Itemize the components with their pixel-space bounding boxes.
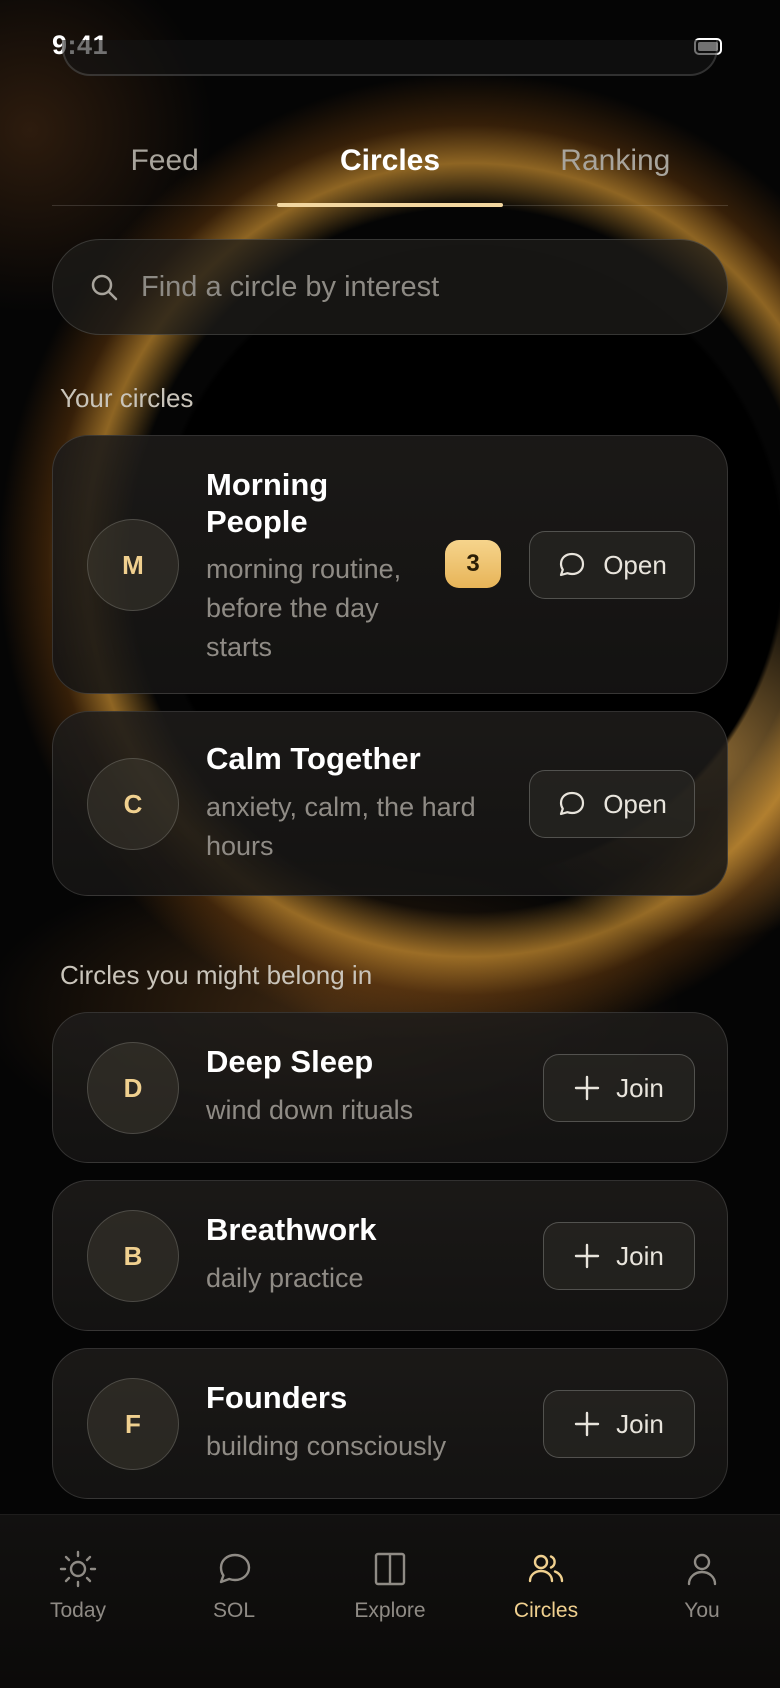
bottom-nav: Today SOL Explore Circles You: [0, 1514, 780, 1688]
search-icon: [91, 274, 118, 301]
chat-bubble-icon: [219, 1553, 251, 1584]
nav-label: Explore: [354, 1599, 426, 1622]
sun-icon: [59, 1550, 97, 1588]
circle-name: Founders: [206, 1380, 348, 1415]
plus-icon: [574, 1411, 600, 1437]
join-button[interactable]: Join: [543, 1222, 695, 1290]
open-button-label: Open: [603, 549, 667, 580]
search-placeholder: Find a circle by interest: [141, 270, 440, 303]
open-button[interactable]: Open: [529, 531, 695, 599]
nav-item-circles[interactable]: Circles: [468, 1515, 624, 1688]
nav-item-you[interactable]: You: [624, 1515, 780, 1688]
book-icon: [374, 1552, 406, 1586]
plus-icon: [574, 1243, 600, 1269]
circle-description: anxiety, calm, the hard hours: [206, 788, 476, 866]
chat-bubble-icon: [560, 791, 585, 816]
plus-icon: [574, 1075, 600, 1101]
people-icon: [528, 1554, 564, 1583]
circle-name: Morning People: [206, 466, 328, 540]
nav-item-sol[interactable]: SOL: [156, 1515, 312, 1688]
circle-card-calm-together[interactable]: C Calm Together anxiety, calm, the hard …: [52, 711, 728, 896]
circle-name-line: People: [206, 504, 308, 539]
avatar: C: [87, 758, 179, 850]
avatar: M: [87, 519, 179, 611]
nav-label: Circles: [513, 1599, 579, 1622]
join-button-label: Join: [616, 1408, 664, 1439]
tab-bar: Feed Circles Ranking: [52, 130, 728, 207]
circle-description-line: hours: [206, 831, 274, 861]
circle-description: daily practice: [206, 1263, 364, 1293]
circle-card-deep-sleep[interactable]: D Deep Sleep wind down rituals Join: [52, 1012, 728, 1163]
avatar: F: [87, 1378, 179, 1470]
circle-name-line: Morning: [206, 467, 329, 502]
circle-description-line: anxiety, calm, the hard: [206, 792, 476, 822]
circle-description: morning routine, before the day starts: [206, 550, 401, 667]
search-input[interactable]: Find a circle by interest: [52, 239, 728, 335]
circle-description-line: starts: [206, 632, 273, 662]
nav-label: Today: [49, 1599, 107, 1622]
tab-circles[interactable]: Circles: [277, 130, 503, 207]
nav-item-today[interactable]: Today: [0, 1515, 156, 1688]
avatar: D: [87, 1042, 179, 1134]
join-button[interactable]: Join: [543, 1054, 695, 1122]
open-button-label: Open: [603, 788, 667, 819]
your-circles-heading: Your circles: [60, 383, 194, 413]
circle-name: Deep Sleep: [206, 1044, 374, 1079]
circle-name: Breathwork: [206, 1212, 377, 1247]
nav-label: You: [684, 1599, 720, 1622]
circle-name: Calm Together: [206, 741, 421, 776]
join-button-label: Join: [616, 1072, 664, 1103]
tab-feed[interactable]: Feed: [52, 130, 277, 205]
nav-item-explore[interactable]: Explore: [312, 1515, 468, 1688]
scrolled-card-edge: [62, 40, 718, 76]
circle-card-founders[interactable]: F Founders building consciously Join: [52, 1348, 728, 1499]
unread-badge: 3: [445, 540, 501, 588]
suggested-circles-heading: Circles you might belong in: [60, 960, 373, 990]
nav-label: SOL: [212, 1599, 256, 1622]
join-button-label: Join: [616, 1240, 664, 1271]
chat-bubble-icon: [560, 552, 585, 577]
circle-description: wind down rituals: [206, 1095, 414, 1125]
tab-ranking[interactable]: Ranking: [503, 130, 728, 205]
join-button[interactable]: Join: [543, 1390, 695, 1458]
avatar: B: [87, 1210, 179, 1302]
circle-description-line: morning routine,: [206, 554, 402, 584]
circle-card-morning-people[interactable]: M Morning People morning routine, before…: [52, 435, 728, 694]
person-icon: [687, 1553, 717, 1586]
open-button[interactable]: Open: [529, 770, 695, 838]
circle-card-breathwork[interactable]: B Breathwork daily practice Join: [52, 1180, 728, 1331]
circle-description-line: before the day: [206, 593, 379, 623]
circle-description: building consciously: [206, 1431, 447, 1461]
